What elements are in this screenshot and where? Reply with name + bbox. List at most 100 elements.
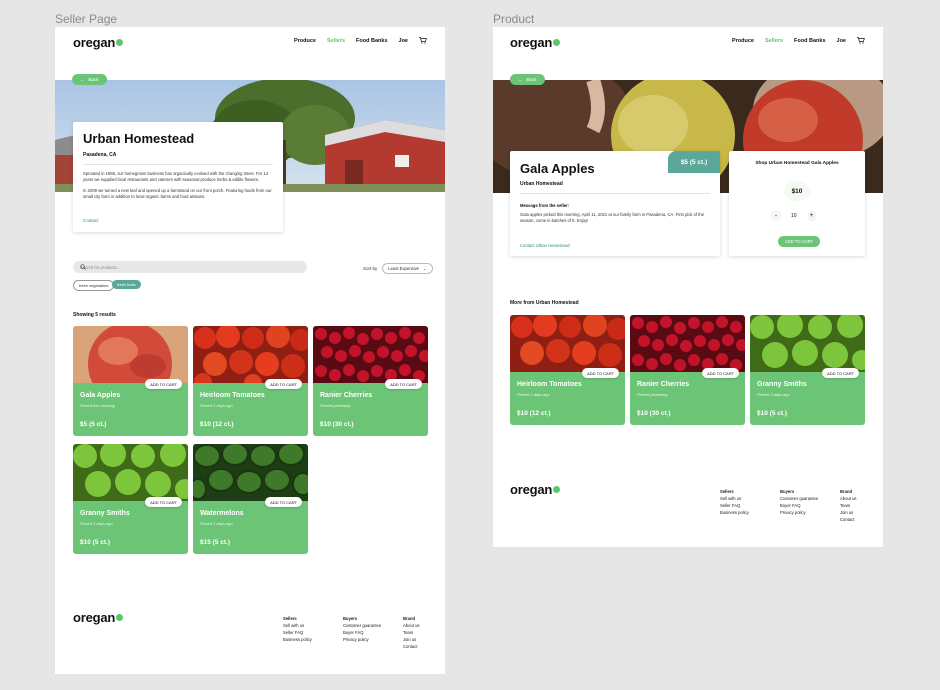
add-to-cart-button[interactable]: ADD TO CART xyxy=(385,379,422,389)
footer-link[interactable]: Business policy xyxy=(720,509,749,516)
footer-link[interactable]: Buyer FAQ xyxy=(343,629,381,636)
filter-chip-vegetables[interactable]: fresh vegetables xyxy=(73,280,115,291)
footer-link[interactable]: Sell with us xyxy=(720,495,749,502)
footer-link[interactable]: Privacy policy xyxy=(343,636,381,643)
nav-food-banks[interactable]: Food Banks xyxy=(794,38,825,44)
footer-link[interactable]: Customer guarantee xyxy=(780,495,818,502)
product-image-gala xyxy=(73,326,188,383)
quantity-stepper: - 10 + xyxy=(771,211,817,221)
add-to-cart-button[interactable]: ADD TO CART xyxy=(582,368,619,378)
footer-sellers: Sellers Sell with us Seller FAQ Business… xyxy=(720,488,749,516)
product-price: $10 (30 ct.) xyxy=(320,421,354,428)
divider xyxy=(83,164,273,165)
sort-value: Least Expensive xyxy=(388,266,419,271)
product-image-tomatoes xyxy=(510,315,625,372)
logo[interactable]: oregan xyxy=(510,35,561,50)
product-picked: Picked 3 days ago xyxy=(80,521,113,526)
add-to-cart-button[interactable]: ADD TO CART xyxy=(145,379,182,389)
add-to-cart-button[interactable]: ADD TO CART xyxy=(702,368,739,378)
logo[interactable]: oregan xyxy=(73,35,124,50)
product-card[interactable]: ADD TO CART Heirloom Tomatoes Picked 2 d… xyxy=(510,315,625,425)
back-button[interactable]: ← Back xyxy=(72,74,107,85)
qty-minus-button[interactable]: - xyxy=(771,211,781,221)
product-card[interactable]: ADD TO CART Granny Smiths Picked 3 days … xyxy=(73,444,188,554)
footer-link[interactable]: Business policy xyxy=(283,636,312,643)
footer-link[interactable]: Team xyxy=(403,629,420,636)
product-card[interactable]: ADD TO CART Heirloom Tomatoes Picked 2 d… xyxy=(193,326,308,436)
footer-brand: Brand About us Team Join us Contact xyxy=(840,488,857,523)
filter-chip-fruits[interactable]: fresh fruits xyxy=(112,280,141,289)
product-price: $10 (12 ct.) xyxy=(200,421,234,428)
shop-price: $10 xyxy=(784,181,810,201)
nav-produce[interactable]: Produce xyxy=(294,38,316,44)
nav-user[interactable]: Joe xyxy=(837,38,846,44)
nav-produce[interactable]: Produce xyxy=(732,38,754,44)
product-picked: Picked yesterday xyxy=(637,392,668,397)
add-to-cart-button[interactable]: ADD TO CART xyxy=(265,379,302,389)
footer-heading: Buyers xyxy=(343,616,358,621)
nav-sellers[interactable]: Sellers xyxy=(765,38,783,44)
seller-bio-1: Sprouted in 1995, our homegrown business… xyxy=(83,171,269,182)
product-name: Ranier Cherries xyxy=(637,381,690,388)
arrow-left-icon: ← xyxy=(518,77,523,82)
product-name: Gala Apples xyxy=(80,392,121,399)
footer-link[interactable]: Contact xyxy=(403,643,420,650)
footer-link[interactable]: About us xyxy=(840,495,857,502)
product-image-granny-smith xyxy=(73,444,188,501)
add-to-cart-button[interactable]: ADD TO CART xyxy=(265,497,302,507)
cart-icon[interactable] xyxy=(419,37,427,44)
footer-link[interactable]: About us xyxy=(403,622,420,629)
cart-icon[interactable] xyxy=(857,37,865,44)
product-card[interactable]: ADD TO CART Ranier Cherries Picked yeste… xyxy=(630,315,745,425)
shop-title: Shop Urban Homestead Gala Apples xyxy=(755,161,839,166)
footer-link[interactable]: Customer guarantee xyxy=(343,622,381,629)
footer-logo[interactable]: oregan xyxy=(73,610,124,625)
more-from-title: More from Urban Homestead xyxy=(510,300,579,306)
footer-link[interactable]: Contact xyxy=(840,516,857,523)
qty-plus-button[interactable]: + xyxy=(806,211,817,221)
sort-control: Sort by Least Expensive ⌄ xyxy=(363,263,433,274)
add-to-cart-button[interactable]: ADD TO CART xyxy=(145,497,182,507)
product-image-watermelons xyxy=(193,444,308,501)
chevron-down-icon: ⌄ xyxy=(423,266,427,271)
search-icon xyxy=(80,264,301,271)
product-price: $15 (5 ct.) xyxy=(200,539,230,546)
product-seller[interactable]: Urban Homestead xyxy=(520,181,563,187)
qty-value[interactable]: 10 xyxy=(791,213,797,219)
footer-buyers: Buyers Customer guarantee Buyer FAQ Priv… xyxy=(780,488,818,516)
footer-link[interactable]: Seller FAQ xyxy=(720,502,749,509)
footer-logo[interactable]: oregan xyxy=(510,482,561,497)
footer-heading: Buyers xyxy=(780,489,795,494)
seller-location: Pasadena, CA xyxy=(83,152,117,158)
footer-link[interactable]: Team xyxy=(840,502,857,509)
frame-label-seller: Seller Page xyxy=(55,12,118,26)
footer-link[interactable]: Buyer FAQ xyxy=(780,502,818,509)
product-card[interactable]: ADD TO CART Gala Apples Picked this morn… xyxy=(73,326,188,436)
back-label: Back xyxy=(526,77,537,82)
footer-link[interactable]: Privacy policy xyxy=(780,509,818,516)
footer-link[interactable]: Join us xyxy=(403,636,420,643)
nav-user[interactable]: Joe xyxy=(399,38,408,44)
footer-link[interactable]: Sell with us xyxy=(283,622,312,629)
product-card[interactable]: ADD TO CART Watermelons Picked 2 days ag… xyxy=(193,444,308,554)
results-count: Showing 5 results xyxy=(73,312,116,318)
add-to-cart-button[interactable]: ADD TO CART xyxy=(822,368,859,378)
nav-food-banks[interactable]: Food Banks xyxy=(356,38,387,44)
sort-select[interactable]: Least Expensive ⌄ xyxy=(382,263,433,274)
contact-link[interactable]: Contact xyxy=(83,218,99,223)
add-to-cart-button[interactable]: ADD TO CART xyxy=(778,236,821,247)
contact-seller-link[interactable]: Contact Urban Homestead xyxy=(520,243,570,248)
back-label: Back xyxy=(88,77,99,82)
product-picked: Picked 3 days ago xyxy=(757,392,790,397)
back-button[interactable]: ← Back xyxy=(510,74,545,85)
seller-message: Gala apples picked this morning, April 1… xyxy=(520,212,705,223)
nav-sellers[interactable]: Sellers xyxy=(327,38,345,44)
frame-label-product: Product xyxy=(493,12,535,26)
product-price: $10 (5 ct.) xyxy=(80,539,110,546)
footer-link[interactable]: Seller FAQ xyxy=(283,629,312,636)
footer-link[interactable]: Join us xyxy=(840,509,857,516)
product-card[interactable]: ADD TO CART Ranier Cherries Picked yeste… xyxy=(313,326,428,436)
product-card[interactable]: ADD TO CART Granny Smiths Picked 3 days … xyxy=(750,315,865,425)
search-input[interactable]: Search for products... xyxy=(73,261,307,273)
seller-info-card: Urban Homestead Pasadena, CA Sprouted in… xyxy=(73,122,283,232)
